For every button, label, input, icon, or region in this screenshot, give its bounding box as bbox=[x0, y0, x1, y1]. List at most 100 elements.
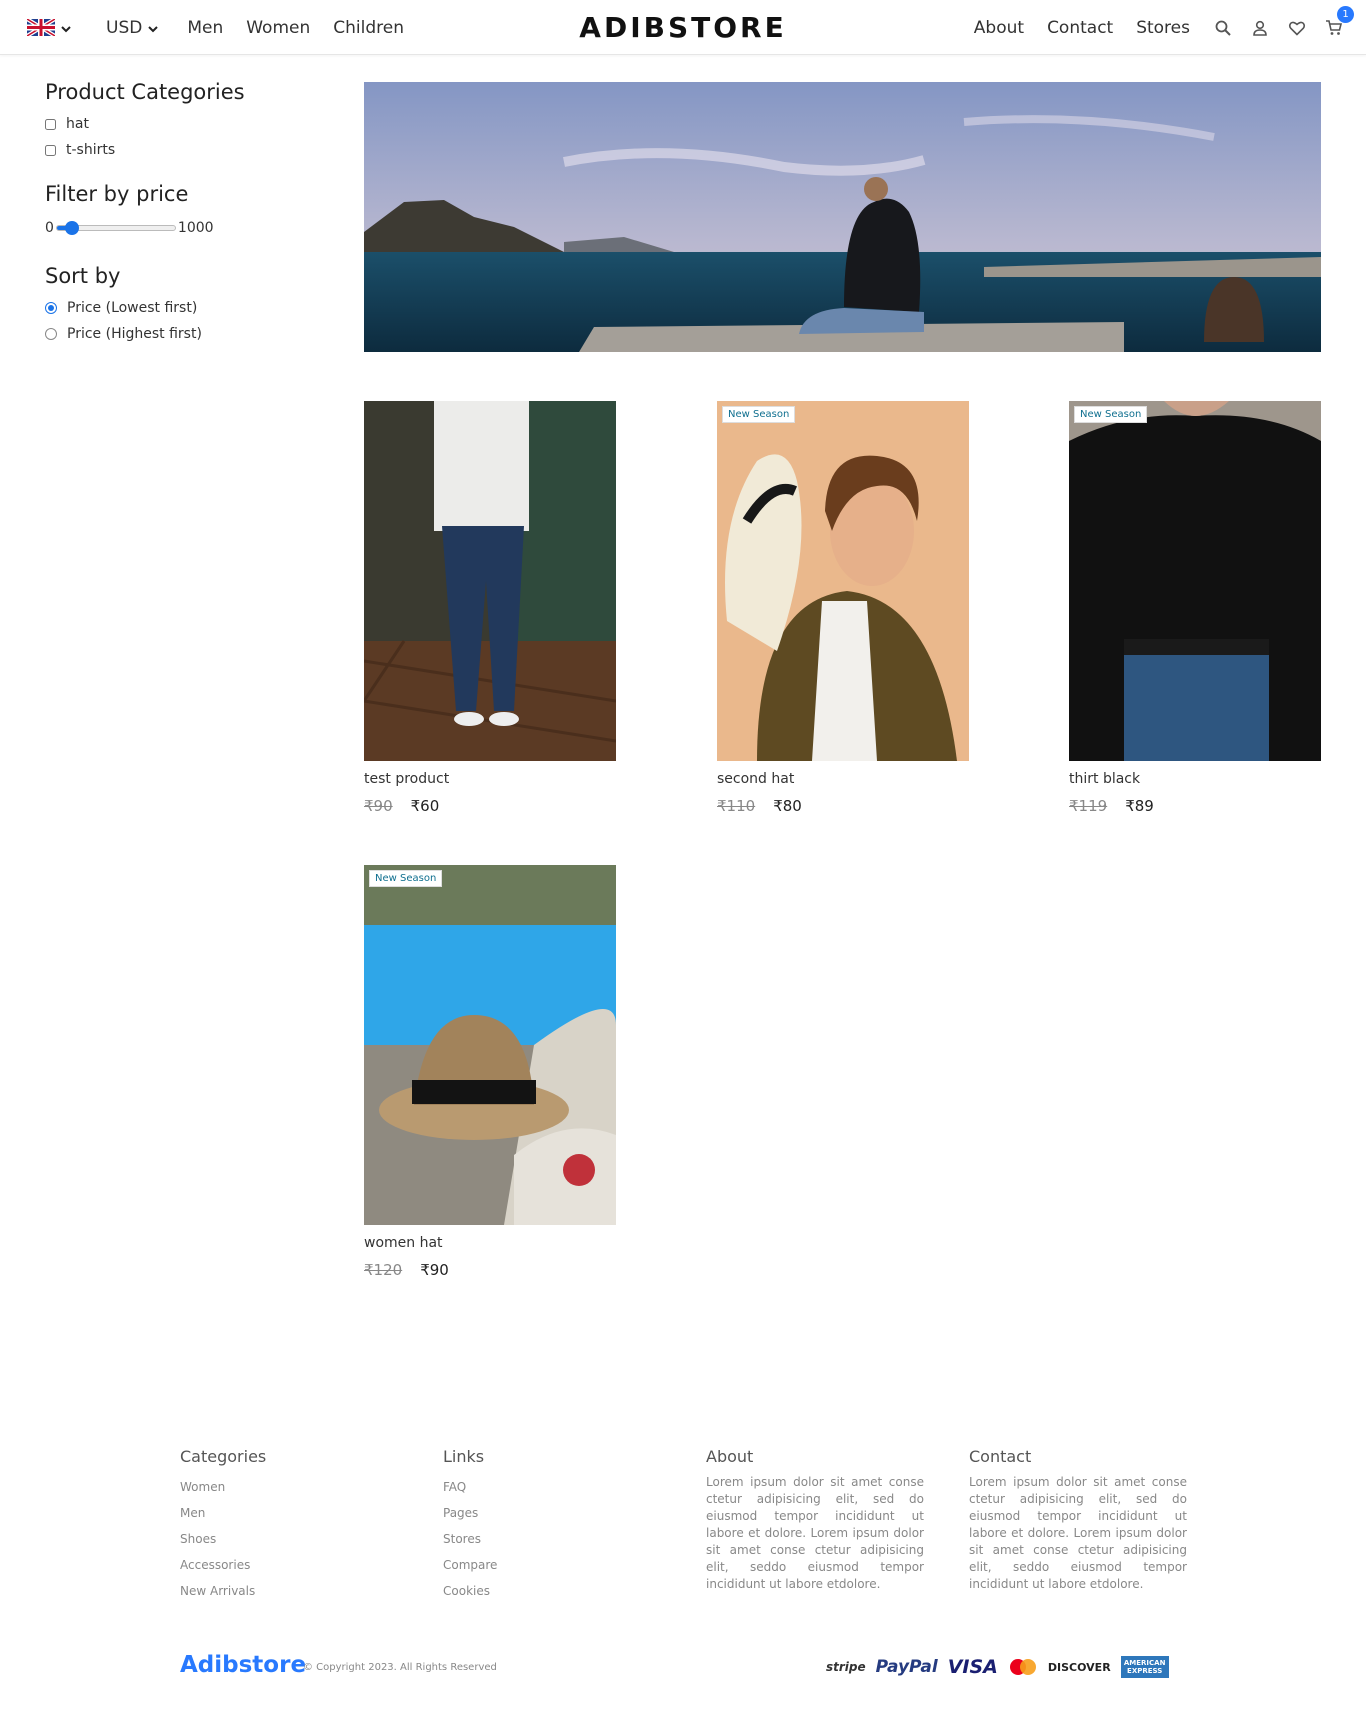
category-checkbox-tshirts[interactable] bbox=[45, 144, 56, 156]
currency-selector[interactable]: USD bbox=[106, 18, 160, 38]
nav-link-women[interactable]: Women bbox=[246, 18, 310, 38]
footer-link-women[interactable]: Women bbox=[180, 1474, 398, 1500]
product-card-2[interactable]: New Season second hat ₹110 ₹80 bbox=[717, 401, 969, 815]
heart-icon[interactable] bbox=[1287, 18, 1307, 38]
copyright-text: © Copyright 2023. All Rights Reserved bbox=[303, 1662, 497, 1673]
paypal-icon: PayPal bbox=[875, 1657, 938, 1677]
nav-link-men[interactable]: Men bbox=[187, 18, 223, 38]
footer-contact-text: Lorem ipsum dolor sit amet conse ctetur … bbox=[969, 1475, 1187, 1591]
category-item-tshirts[interactable]: t-shirts bbox=[45, 142, 325, 158]
sort-option-lowest[interactable]: Price (Lowest first) bbox=[45, 300, 325, 316]
category-checkbox-hat[interactable] bbox=[45, 118, 56, 130]
footer-link-stores[interactable]: Stores bbox=[443, 1526, 661, 1552]
product-image-4[interactable]: New Season bbox=[364, 865, 616, 1225]
footer-categories: Categories Women Men Shoes Accessories N… bbox=[180, 1447, 398, 1604]
payment-methods: stripe PayPal VISA DISCOVER AMERICAN EXP… bbox=[826, 1656, 1179, 1678]
sort-option-label: Price (Highest first) bbox=[67, 326, 202, 342]
filter-sidebar: Product Categories hat t-shirts Filter b… bbox=[45, 80, 325, 342]
footer-categories-heading: Categories bbox=[180, 1447, 267, 1466]
footer-link-pages[interactable]: Pages bbox=[443, 1500, 661, 1526]
product-title[interactable]: test product bbox=[364, 771, 616, 787]
product-title[interactable]: second hat bbox=[717, 771, 969, 787]
footer-link-compare[interactable]: Compare bbox=[443, 1552, 661, 1578]
cart-icon[interactable]: 1 bbox=[1324, 5, 1354, 38]
product-old-price: ₹110 bbox=[717, 797, 756, 815]
footer-link-faq[interactable]: FAQ bbox=[443, 1474, 661, 1500]
nav-link-contact[interactable]: Contact bbox=[1047, 18, 1113, 38]
new-season-badge: New Season bbox=[369, 870, 443, 887]
footer-link-men[interactable]: Men bbox=[180, 1500, 398, 1526]
product-price: ₹80 bbox=[773, 797, 802, 815]
new-season-badge: New Season bbox=[722, 406, 796, 423]
footer-bottom: Adibstore © Copyright 2023. All Rights R… bbox=[180, 1652, 1180, 1682]
stripe-icon: stripe bbox=[826, 1660, 866, 1674]
uk-flag-icon[interactable] bbox=[27, 19, 55, 36]
footer-about-text: Lorem ipsum dolor sit amet conse ctetur … bbox=[706, 1475, 924, 1591]
user-icon[interactable] bbox=[1250, 18, 1270, 38]
sort-heading: Sort by bbox=[45, 264, 121, 288]
nav-link-children[interactable]: Children bbox=[333, 18, 404, 38]
product-old-price: ₹120 bbox=[364, 1261, 403, 1279]
footer-brand[interactable]: Adibstore bbox=[180, 1652, 306, 1678]
footer-link-shoes[interactable]: Shoes bbox=[180, 1526, 398, 1552]
price-min-label: 0 bbox=[45, 220, 54, 236]
product-prices: ₹110 ₹80 bbox=[717, 797, 969, 815]
sort-radio-highest[interactable] bbox=[45, 328, 57, 340]
product-image-1[interactable] bbox=[364, 401, 616, 761]
product-image-2[interactable]: New Season bbox=[717, 401, 969, 761]
product-price: ₹60 bbox=[410, 797, 440, 815]
footer-contact: Contact Lorem ipsum dolor sit amet conse… bbox=[969, 1447, 1187, 1593]
nav-left: USD Men Women Children bbox=[27, 0, 404, 55]
footer-about: About Lorem ipsum dolor sit amet conse c… bbox=[706, 1447, 924, 1593]
category-list: hat t-shirts bbox=[45, 116, 325, 158]
product-prices: ₹119 ₹89 bbox=[1069, 797, 1321, 815]
product-card-3[interactable]: New Season thirt black ₹119 ₹89 bbox=[1069, 401, 1321, 815]
product-price: ₹90 bbox=[420, 1261, 449, 1279]
categories-heading: Product Categories bbox=[45, 80, 245, 104]
sort-option-label: Price (Lowest first) bbox=[67, 300, 198, 316]
product-card-1[interactable]: test product ₹90 ₹60 bbox=[364, 401, 616, 815]
cart-count-badge: 1 bbox=[1337, 5, 1354, 23]
price-slider[interactable] bbox=[55, 221, 176, 235]
hero-banner-image bbox=[364, 82, 1321, 352]
nav-right: About Contact Stores 1 bbox=[951, 0, 1354, 55]
footer-about-heading: About bbox=[706, 1447, 754, 1466]
product-card-4[interactable]: New Season women hat ₹120 ₹90 bbox=[364, 865, 616, 1279]
footer-links-heading: Links bbox=[443, 1447, 485, 1466]
product-title[interactable]: thirt black bbox=[1069, 771, 1321, 787]
search-icon[interactable] bbox=[1213, 18, 1233, 38]
sort-options: Price (Lowest first) Price (Highest firs… bbox=[45, 300, 325, 342]
product-price: ₹89 bbox=[1125, 797, 1154, 815]
discover-icon: DISCOVER bbox=[1047, 1660, 1111, 1674]
currency-label: USD bbox=[106, 17, 143, 38]
mastercard-icon bbox=[1008, 1658, 1038, 1676]
sort-radio-lowest[interactable] bbox=[45, 302, 57, 314]
category-label: t-shirts bbox=[66, 142, 116, 158]
price-filter-heading: Filter by price bbox=[45, 182, 189, 206]
footer-contact-heading: Contact bbox=[969, 1447, 1032, 1466]
product-prices: ₹120 ₹90 bbox=[364, 1261, 616, 1279]
product-prices: ₹90 ₹60 bbox=[364, 797, 616, 815]
footer-link-cookies[interactable]: Cookies bbox=[443, 1578, 661, 1604]
product-title[interactable]: women hat bbox=[364, 1235, 616, 1251]
chevron-down-icon[interactable] bbox=[59, 21, 73, 35]
product-old-price: ₹119 bbox=[1069, 797, 1108, 815]
site-logo[interactable]: ADIBSTORE bbox=[579, 11, 786, 44]
footer-link-accessories[interactable]: Accessories bbox=[180, 1552, 398, 1578]
product-image-3[interactable]: New Season bbox=[1069, 401, 1321, 761]
visa-icon: VISA bbox=[947, 1656, 998, 1678]
footer-link-new-arrivals[interactable]: New Arrivals bbox=[180, 1578, 398, 1604]
price-max-label: 1000 bbox=[177, 220, 214, 236]
category-item-hat[interactable]: hat bbox=[45, 116, 325, 132]
price-slider-thumb[interactable] bbox=[64, 221, 79, 235]
product-old-price: ₹90 bbox=[364, 797, 393, 815]
nav-link-about[interactable]: About bbox=[974, 18, 1024, 38]
nav-link-stores[interactable]: Stores bbox=[1136, 18, 1190, 38]
navbar: USD Men Women Children ADIBSTORE About C… bbox=[0, 0, 1366, 55]
new-season-badge: New Season bbox=[1074, 406, 1148, 423]
footer-links: Links FAQ Pages Stores Compare Cookies bbox=[443, 1447, 661, 1604]
category-label: hat bbox=[66, 116, 89, 132]
sort-option-highest[interactable]: Price (Highest first) bbox=[45, 326, 325, 342]
price-range: 0 1000 bbox=[45, 220, 325, 236]
amex-icon: AMERICAN EXPRESS bbox=[1120, 1656, 1169, 1678]
